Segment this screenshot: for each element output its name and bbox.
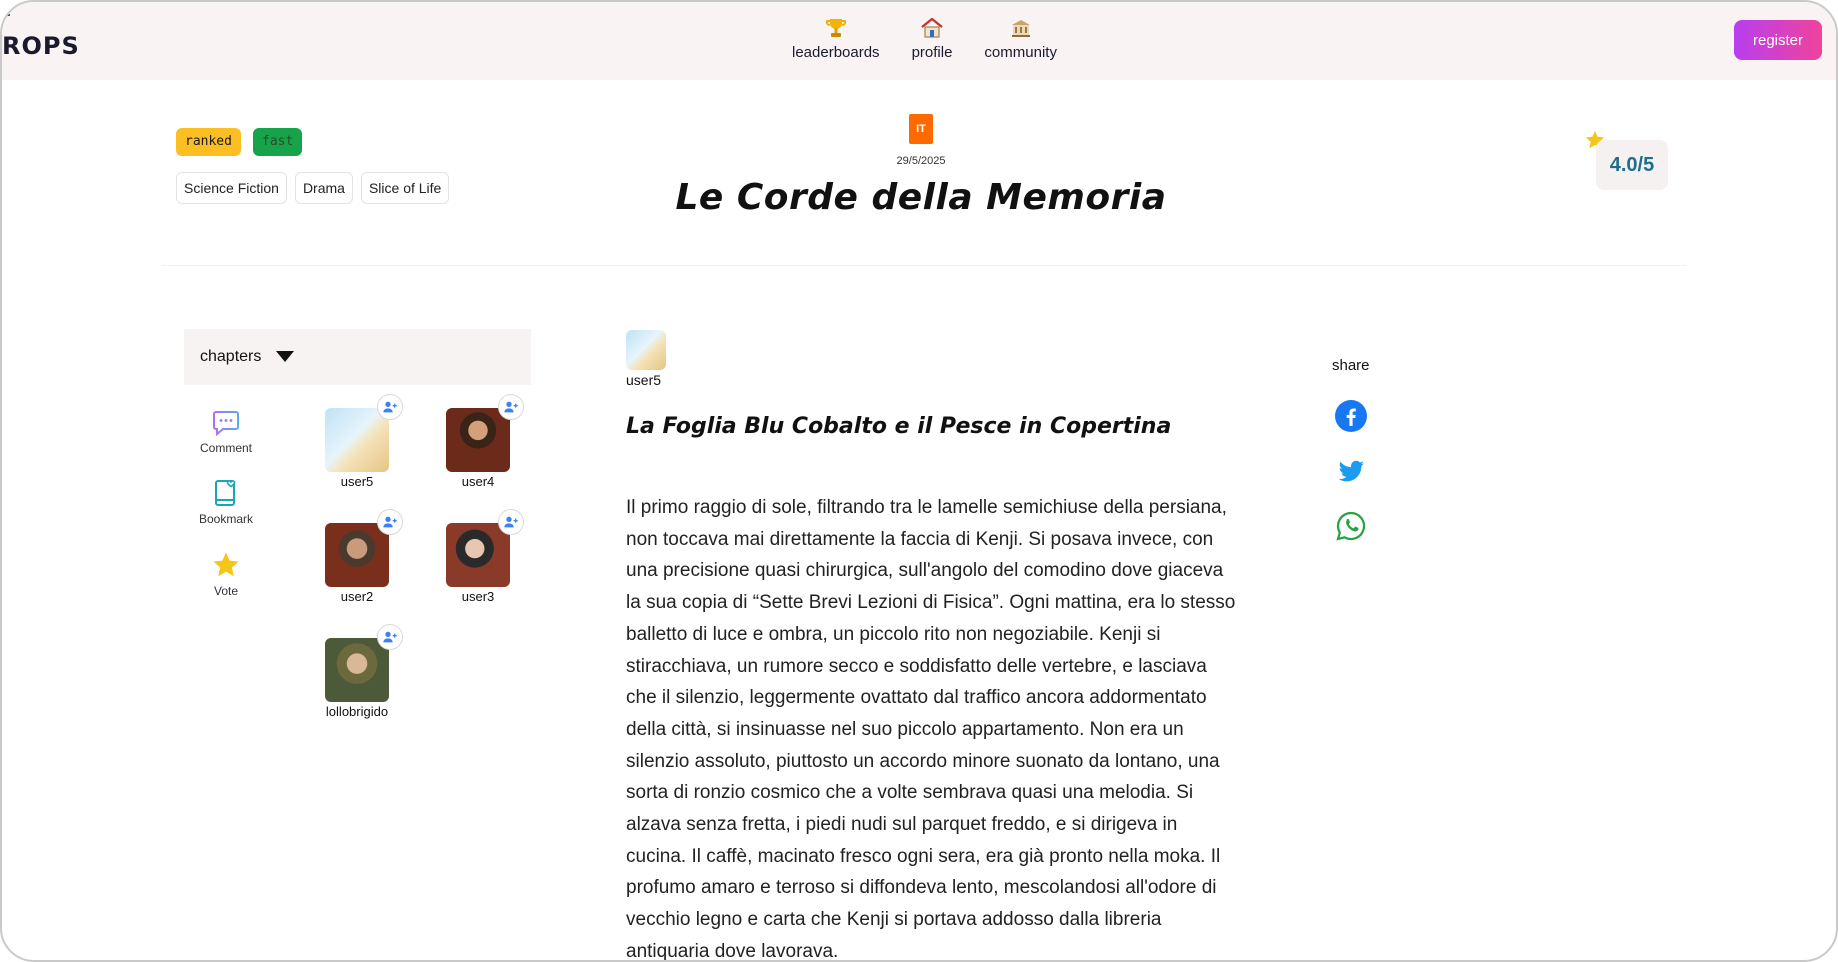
add-user-icon bbox=[383, 401, 397, 413]
author-name[interactable]: user5 bbox=[626, 372, 661, 388]
story-date: 29/5/2025 bbox=[896, 155, 946, 167]
chapters-label: chapters bbox=[200, 348, 262, 365]
nav-leaderboards[interactable]: leaderboards bbox=[792, 16, 880, 61]
twitter-icon[interactable] bbox=[1335, 455, 1367, 487]
chapter-body: Il primo raggio di sole, filtrando tra l… bbox=[626, 497, 1236, 962]
chapters-dropdown[interactable]: chapters bbox=[184, 329, 531, 385]
nav-profile[interactable]: profile bbox=[911, 16, 953, 61]
add-user-icon bbox=[383, 631, 397, 643]
add-user-icon bbox=[504, 516, 518, 528]
chevron-down-icon bbox=[276, 351, 294, 362]
comment-label: Comment bbox=[199, 441, 252, 455]
avatar[interactable] bbox=[446, 509, 524, 587]
nav-community-label: community bbox=[984, 44, 1057, 61]
follow-user-button[interactable] bbox=[377, 624, 403, 650]
story-rating: 4.0/5 bbox=[1596, 140, 1668, 190]
follow-user-button[interactable] bbox=[377, 394, 403, 420]
tag-ranked[interactable]: ranked bbox=[176, 128, 241, 156]
reader-name[interactable]: user5 bbox=[312, 474, 402, 489]
bookmark-label: Bookmark bbox=[198, 512, 254, 526]
avatar[interactable] bbox=[446, 394, 524, 472]
avatar[interactable] bbox=[325, 624, 403, 702]
register-button[interactable]: register bbox=[1734, 20, 1822, 60]
whatsapp-icon[interactable] bbox=[1335, 510, 1367, 542]
story-title: Le Corde della Memoria bbox=[675, 177, 1167, 218]
bookmark-icon bbox=[215, 480, 236, 506]
follow-user-button[interactable] bbox=[498, 394, 524, 420]
tag-fast[interactable]: fast bbox=[253, 128, 303, 156]
reader-name[interactable]: user2 bbox=[312, 589, 402, 604]
add-user-icon bbox=[383, 516, 397, 528]
reader-user5[interactable]: user5 bbox=[312, 394, 403, 489]
reader-user4[interactable]: user4 bbox=[433, 394, 524, 489]
facebook-icon[interactable] bbox=[1335, 400, 1367, 432]
author-avatar[interactable] bbox=[626, 330, 666, 370]
app-window: ROPS leaderboards profile community regi… bbox=[0, 0, 1838, 962]
nav-profile-label: profile bbox=[911, 44, 953, 61]
vote-button[interactable]: Vote bbox=[196, 550, 256, 598]
community-building-icon bbox=[1011, 20, 1030, 37]
trophy-icon bbox=[825, 19, 846, 37]
chapter-title: La Foglia Blu Cobalto e il Pesce in Cope… bbox=[626, 414, 1172, 439]
reader-name[interactable]: user4 bbox=[433, 474, 523, 489]
top-navbar: ROPS leaderboards profile community regi… bbox=[2, 2, 1836, 80]
avatar[interactable] bbox=[325, 394, 403, 472]
reader-name[interactable]: lollobrigido bbox=[312, 704, 402, 719]
comment-button[interactable]: Comment bbox=[196, 407, 256, 455]
star-icon bbox=[213, 552, 239, 577]
follow-user-button[interactable] bbox=[498, 509, 524, 535]
nav-community[interactable]: community bbox=[984, 16, 1057, 61]
add-user-icon bbox=[504, 401, 518, 413]
language-badge: IT bbox=[909, 114, 933, 144]
follow-user-button[interactable] bbox=[377, 509, 403, 535]
reader-lollobrigido[interactable]: lollobrigido bbox=[312, 624, 403, 719]
avatar[interactable] bbox=[325, 509, 403, 587]
reader-name[interactable]: user3 bbox=[433, 589, 523, 604]
reader-user3[interactable]: user3 bbox=[433, 509, 524, 604]
share-label: share bbox=[1332, 357, 1370, 374]
vote-label: Vote bbox=[213, 584, 239, 598]
nav-leaderboards-label: leaderboards bbox=[792, 44, 880, 61]
main-nav: leaderboards profile community bbox=[792, 16, 1057, 61]
site-logo[interactable]: ROPS bbox=[2, 9, 80, 60]
comment-icon bbox=[213, 411, 239, 437]
logo-text: ROPS bbox=[2, 32, 80, 60]
house-icon bbox=[921, 17, 943, 38]
bookmark-button[interactable]: Bookmark bbox=[196, 478, 256, 526]
reader-user2[interactable]: user2 bbox=[312, 509, 403, 604]
header-divider bbox=[162, 265, 1686, 266]
